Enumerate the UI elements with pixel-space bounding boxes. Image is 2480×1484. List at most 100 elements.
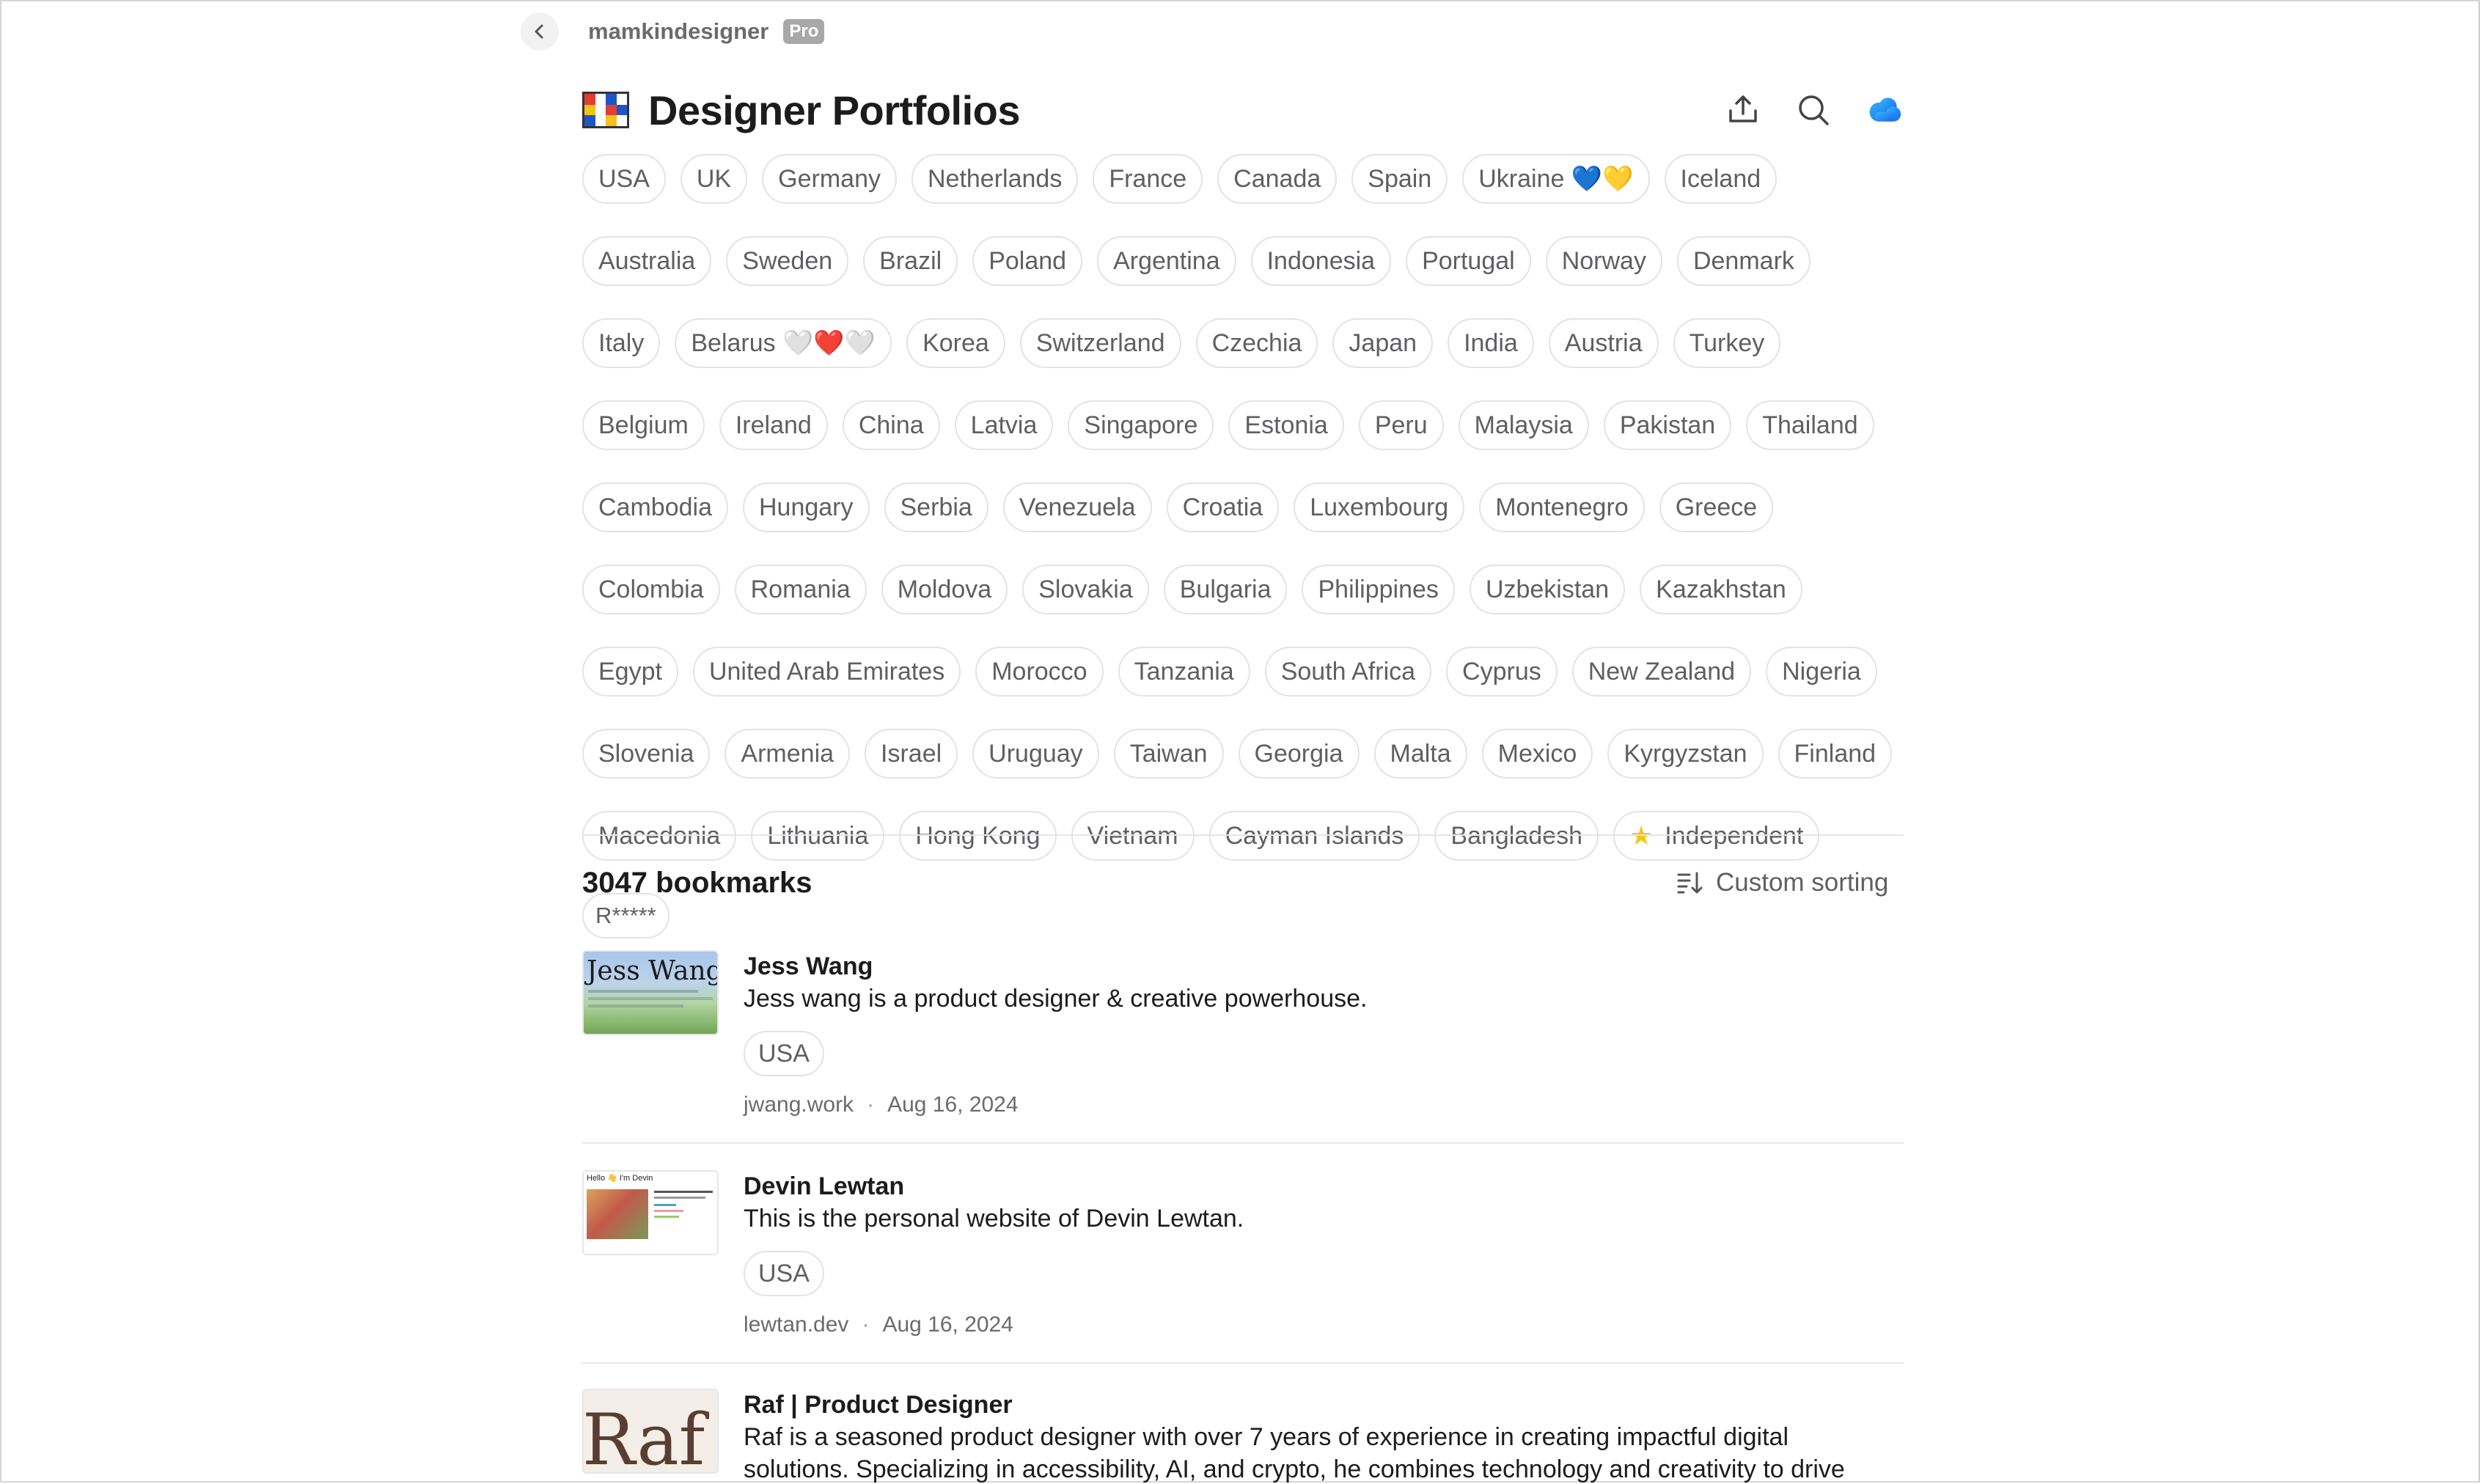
tag-chip[interactable]: Czechia [1195, 318, 1318, 368]
tag-chip[interactable]: Philippines [1302, 565, 1455, 614]
tag-chip[interactable]: Austria [1548, 318, 1659, 368]
pro-badge: Pro [783, 19, 825, 44]
tag-chip[interactable]: Norway [1545, 236, 1662, 286]
tag-chip[interactable]: Greece [1659, 482, 1774, 532]
bookmark-item[interactable]: Hello 👋 I'm Devin Devin Lewtan This is t… [582, 1170, 1904, 1361]
tag-chip[interactable]: Indonesia [1250, 236, 1392, 286]
cloud-sync-button[interactable] [1865, 92, 1902, 128]
tag-chip[interactable]: Sweden [726, 236, 849, 286]
tag-chip[interactable]: Italy [582, 318, 661, 368]
tag-chip[interactable]: R***** [582, 893, 669, 938]
back-button[interactable] [521, 12, 559, 51]
tag-chip[interactable]: Belarus 🤍❤️🤍 [675, 318, 892, 368]
tag-chip[interactable]: United Arab Emirates [692, 647, 961, 697]
bookmark-item[interactable]: Jess Wang Jess Wang Jess wang is a produ… [582, 950, 1904, 1141]
tag-chip[interactable]: Vietnam [1071, 811, 1195, 861]
tag-chip[interactable]: Estonia [1228, 400, 1344, 450]
tag-chip[interactable]: Thailand [1746, 400, 1874, 450]
tag-chip[interactable]: Japan [1332, 318, 1434, 368]
bookmark-tag[interactable]: USA [744, 1251, 824, 1296]
tag-chip[interactable]: India [1448, 318, 1534, 368]
tag-chip[interactable]: Kyrgyzstan [1607, 729, 1764, 779]
tag-chip[interactable]: Denmark [1676, 236, 1811, 286]
tag-chip[interactable]: Argentina [1097, 236, 1236, 286]
tag-chip-independent[interactable]: ★ Independent [1613, 811, 1820, 861]
tag-chip[interactable]: Ireland [719, 400, 828, 450]
tag-chip[interactable]: Hong Kong [899, 811, 1057, 861]
tag-chip[interactable]: Egypt [582, 647, 678, 697]
tag-chip[interactable]: Switzerland [1019, 318, 1181, 368]
share-button[interactable] [1725, 92, 1761, 128]
separator-dot: · [862, 1312, 870, 1337]
tag-chip[interactable]: Belgium [582, 400, 705, 450]
search-button[interactable] [1795, 92, 1832, 128]
tag-chip[interactable]: Nigeria [1766, 647, 1877, 697]
tag-chip[interactable]: Finland [1778, 729, 1893, 779]
divider [582, 834, 1904, 836]
tag-chip[interactable]: Kazakhstan [1640, 565, 1802, 614]
tag-chip[interactable]: Israel [865, 729, 958, 779]
tag-chip[interactable]: Netherlands [911, 154, 1079, 204]
tag-chip[interactable]: Uruguay [972, 729, 1099, 779]
tag-chip[interactable]: Venezuela [1002, 482, 1152, 532]
tag-chip[interactable]: Tanzania [1118, 647, 1250, 697]
bookmark-domain[interactable]: jwang.work [744, 1092, 854, 1117]
bookmark-item[interactable]: Raf Raf | Product Designer Raf is a seas… [582, 1389, 1904, 1484]
tag-chip[interactable]: Mexico [1481, 729, 1593, 779]
tag-chip[interactable]: Luxembourg [1294, 482, 1465, 532]
tag-chip[interactable]: Malta [1373, 729, 1467, 779]
bookmark-title[interactable]: Devin Lewtan [744, 1170, 1904, 1202]
tag-chip[interactable]: Turkey [1673, 318, 1781, 368]
tag-chip[interactable]: France [1093, 154, 1203, 204]
tag-chip[interactable]: Colombia [582, 565, 720, 614]
bookmark-domain[interactable]: lewtan.dev [744, 1312, 848, 1337]
tag-chip[interactable]: South Africa [1264, 647, 1432, 697]
tag-chip[interactable]: Peru [1358, 400, 1444, 450]
bookmark-tag[interactable]: USA [744, 1031, 824, 1076]
tag-chip[interactable]: Slovakia [1022, 565, 1149, 614]
tag-chip[interactable]: Korea [906, 318, 1005, 368]
username-link[interactable]: mamkindesigner [588, 18, 768, 45]
tag-chip[interactable]: Poland [972, 236, 1083, 286]
tag-chip[interactable]: Singapore [1068, 400, 1214, 450]
sort-button[interactable]: Custom sorting [1676, 868, 1888, 897]
tag-chip[interactable]: Montenegro [1479, 482, 1645, 532]
tag-chip[interactable]: Croatia [1166, 482, 1280, 532]
tag-chip[interactable]: USA [582, 154, 666, 204]
tag-chip[interactable]: Uzbekistan [1469, 565, 1626, 614]
bookmark-title[interactable]: Jess Wang [744, 950, 1904, 982]
tag-chip[interactable]: Romania [734, 565, 867, 614]
tag-chip[interactable]: Pakistan [1603, 400, 1732, 450]
tag-chip[interactable]: Germany [762, 154, 897, 204]
tag-chip[interactable]: Brazil [863, 236, 958, 286]
tag-chip[interactable]: Taiwan [1113, 729, 1224, 779]
tag-chip[interactable]: Armenia [724, 729, 851, 779]
tag-chip[interactable]: Lithuania [751, 811, 885, 861]
tag-chip[interactable]: Latvia [954, 400, 1054, 450]
tag-chip[interactable]: Moldova [881, 565, 1008, 614]
tag-chip[interactable]: Slovenia [582, 729, 711, 779]
tag-chip[interactable]: UK [680, 154, 748, 204]
tag-chip[interactable]: Iceland [1664, 154, 1778, 204]
tag-chip[interactable]: Australia [582, 236, 712, 286]
tag-chip[interactable]: Serbia [884, 482, 988, 532]
tag-chip[interactable]: Portugal [1406, 236, 1531, 286]
tag-chip[interactable]: Bangladesh [1434, 811, 1599, 861]
tag-chip[interactable]: Canada [1217, 154, 1338, 204]
tag-chip[interactable]: Cyprus [1446, 647, 1558, 697]
tag-chip[interactable]: Cayman Islands [1208, 811, 1420, 861]
tag-chip[interactable]: Macedonia [582, 811, 737, 861]
tag-chip[interactable]: Ukraine 💙💛 [1462, 154, 1650, 204]
collection-tags: USA UK Germany Netherlands France Canada… [582, 154, 1917, 938]
bookmark-title[interactable]: Raf | Product Designer [744, 1389, 1904, 1421]
tag-chip[interactable]: China [842, 400, 940, 450]
tag-chip[interactable]: Cambodia [582, 482, 728, 532]
sort-icon [1677, 872, 1703, 894]
tag-chip[interactable]: Morocco [975, 647, 1104, 697]
tag-chip[interactable]: New Zealand [1571, 647, 1752, 697]
tag-chip[interactable]: Malaysia [1458, 400, 1589, 450]
tag-chip[interactable]: Georgia [1238, 729, 1360, 779]
tag-chip[interactable]: Spain [1351, 154, 1448, 204]
tag-chip[interactable]: Bulgaria [1163, 565, 1288, 614]
tag-chip[interactable]: Hungary [742, 482, 870, 532]
